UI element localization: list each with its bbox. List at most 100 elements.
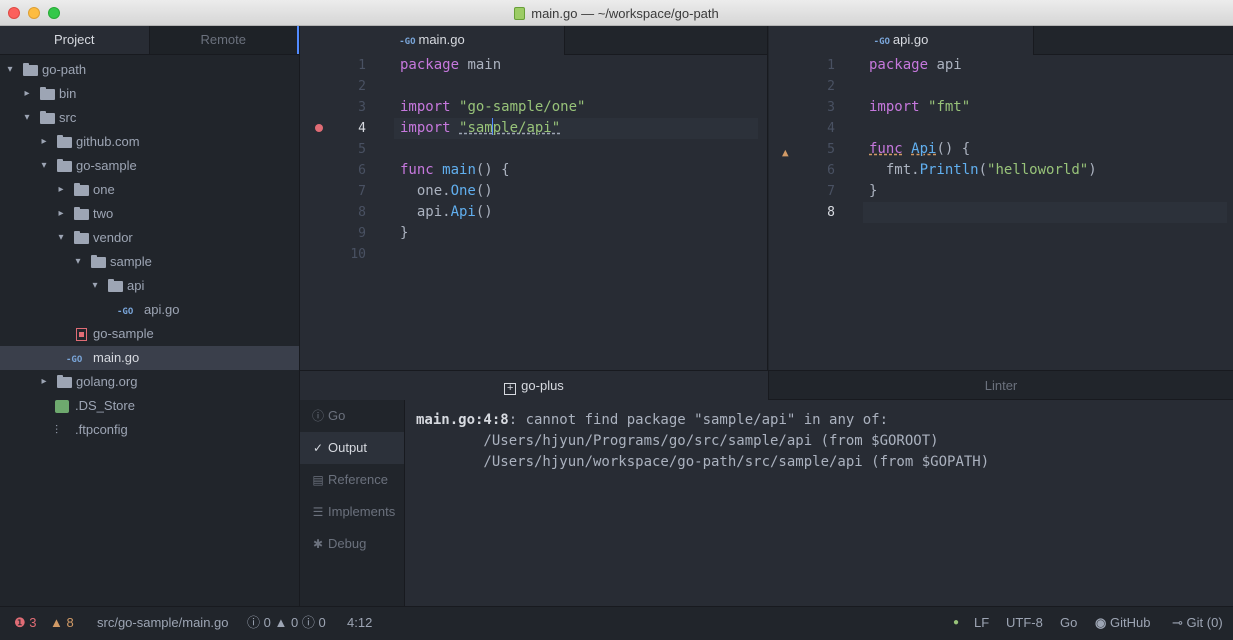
menu-output[interactable]: ✓ Output [300, 432, 404, 464]
menu-debug[interactable]: ✱ Debug [300, 528, 404, 560]
folder-icon [74, 226, 89, 250]
tab-main-go[interactable]: -GO main.go [300, 26, 565, 55]
tree-item[interactable]: go-sample [0, 322, 299, 346]
tree-item-label: go-path [42, 62, 87, 77]
window-title: main.go — ~/workspace/go-path [531, 6, 719, 21]
git-button[interactable]: ⊸ Git (0) [1172, 607, 1223, 639]
go-plus-menu: ⓘ Go ✓ Output ▤ Reference ☰ Implements ✱ Debu… [300, 400, 405, 606]
tree-item-label: bin [59, 86, 77, 101]
output-path-line: /Users/hjyun/workspace/go-path/src/sampl… [416, 454, 990, 470]
menu-reference[interactable]: ▤ Reference [300, 464, 404, 496]
tree-item[interactable]: ▾ api [0, 274, 299, 298]
tree-item[interactable]: ▾ vendor [0, 226, 299, 250]
tree-item[interactable]: ▸ github.com [0, 130, 299, 154]
tree-item-label: go-sample [93, 326, 154, 341]
folder-icon [23, 58, 38, 82]
chevron-down-icon[interactable]: ▾ [73, 250, 83, 274]
tree-item-label: go-sample [76, 158, 137, 173]
code-editor-api[interactable]: 1 package api 2 3 import "fmt" 4 ▲ 5 func Ap… [769, 55, 1233, 370]
tree-item[interactable]: ▾ sample [0, 250, 299, 274]
error-icon: ❶ [14, 615, 26, 630]
code-line: import "sample/api" [400, 118, 561, 136]
chevron-down-icon[interactable]: ▾ [5, 58, 15, 82]
tree-item[interactable]: .DS_Store [0, 394, 299, 418]
line-number: 8 [827, 205, 835, 220]
code-line: func Api() { [869, 141, 971, 157]
line-number: 5 [827, 142, 835, 157]
line-number: 1 [827, 58, 835, 73]
code-line: import "go-sample/one" [400, 99, 586, 115]
code-line: } [869, 183, 878, 199]
tree-item-label: api.go [144, 302, 180, 317]
tree-item-label: main.go [93, 350, 140, 365]
code-line: import "fmt" [869, 99, 971, 115]
tree-item[interactable]: ▸ bin [0, 82, 299, 106]
chevron-down-icon[interactable]: ▾ [39, 154, 49, 178]
output-console[interactable]: main.go:4:8: cannot find package "sample… [405, 400, 1233, 606]
folder-icon [40, 82, 55, 106]
tree-item[interactable]: ⫶ .ftpconfig [0, 418, 299, 442]
warning-icon: ▲ [50, 615, 63, 630]
folder-icon [40, 106, 55, 130]
tree-item[interactable]: ▾ src [0, 106, 299, 130]
line-number: 3 [827, 100, 835, 115]
tree-item[interactable]: ▸ two [0, 202, 299, 226]
chevron-down-icon[interactable]: ▾ [56, 226, 66, 250]
tab-linter[interactable]: Linter [769, 371, 1233, 400]
tree-tabs: Project Remote [0, 26, 299, 55]
warning-count[interactable]: ▲ 8 [50, 607, 74, 639]
code-line: fmt.Println("helloworld") [869, 162, 1097, 178]
file-tree: ▾ go-path ▸ bin ▾ src ▸ github.com ▾ go-sample ▸ on… [0, 55, 299, 442]
error-count[interactable]: ❶ 3 [14, 607, 37, 639]
tree-item-label: api [127, 278, 145, 293]
tab-go-plus[interactable]: + go-plus [300, 371, 769, 400]
code-line: } [400, 225, 409, 241]
tree-item[interactable]: ▸ one [0, 178, 299, 202]
tab-project[interactable]: Project [0, 26, 150, 54]
menu-go[interactable]: ⓘ Go [300, 400, 404, 432]
encoding[interactable]: UTF-8 [1006, 607, 1043, 639]
editor-tabbar: -GO api.go [769, 26, 1233, 55]
chevron-down-icon[interactable]: ▾ [22, 106, 32, 130]
tree-view: Project Remote ▾ go-path ▸ bin ▾ src ▸ github.c… [0, 26, 300, 606]
tab-api-go[interactable]: -GO api.go [769, 26, 1034, 55]
line-number: 2 [358, 79, 366, 94]
chevron-down-icon[interactable]: ▾ [90, 274, 100, 298]
folder-icon [74, 178, 89, 202]
chevron-right-icon[interactable]: ▸ [56, 178, 66, 202]
chevron-right-icon[interactable]: ▸ [22, 82, 32, 106]
tree-item-label: one [93, 182, 115, 197]
tree-item[interactable]: ▾ go-path [0, 58, 299, 82]
menu-implements[interactable]: ☰ Implements [300, 496, 404, 528]
info-icon: ⓘ [311, 409, 324, 423]
line-number: 10 [350, 247, 366, 262]
chevron-right-icon[interactable]: ▸ [39, 130, 49, 154]
code-editor-main[interactable]: 1 package main 2 3 import "go-sample/one" … [300, 55, 767, 370]
chevron-right-icon[interactable]: ▸ [56, 202, 66, 226]
chevron-right-icon[interactable]: ▸ [39, 370, 49, 394]
grammar[interactable]: Go [1060, 607, 1077, 639]
lint-summary[interactable]: ⓘ 0 ▲ 0 ⓘ 0 [247, 607, 326, 639]
line-ending[interactable]: LF [974, 607, 989, 639]
line-number: 6 [358, 163, 366, 178]
tree-item[interactable]: ▸ golang.org [0, 370, 299, 394]
status-bar: ❶ 3 ▲ 8 src/go-sample/main.go ⓘ 0 ▲ 0 ⓘ … [0, 606, 1233, 640]
go-file-icon: -GO [66, 355, 83, 365]
document-icon [514, 7, 526, 20]
cursor-position[interactable]: 4:12 [347, 607, 372, 639]
line-number: 6 [827, 163, 835, 178]
tree-item-label: github.com [76, 134, 140, 149]
tree-item-label: sample [110, 254, 152, 269]
github-icon: ◉ [1095, 615, 1107, 630]
go-file-icon: -GO [873, 37, 890, 47]
check-icon: ✓ [312, 441, 324, 455]
info-icon: ⓘ [301, 615, 315, 630]
status-dot-icon: ● [953, 617, 960, 628]
go-file-icon: -GO [117, 307, 134, 317]
github-button[interactable]: ◉ GitHub [1095, 607, 1150, 639]
tree-item[interactable]: ▾ go-sample [0, 154, 299, 178]
file-path[interactable]: src/go-sample/main.go [97, 607, 229, 639]
tab-remote[interactable]: Remote [149, 26, 299, 54]
tree-item[interactable]: -GO main.go [0, 346, 299, 370]
tree-item[interactable]: -GO api.go [0, 298, 299, 322]
